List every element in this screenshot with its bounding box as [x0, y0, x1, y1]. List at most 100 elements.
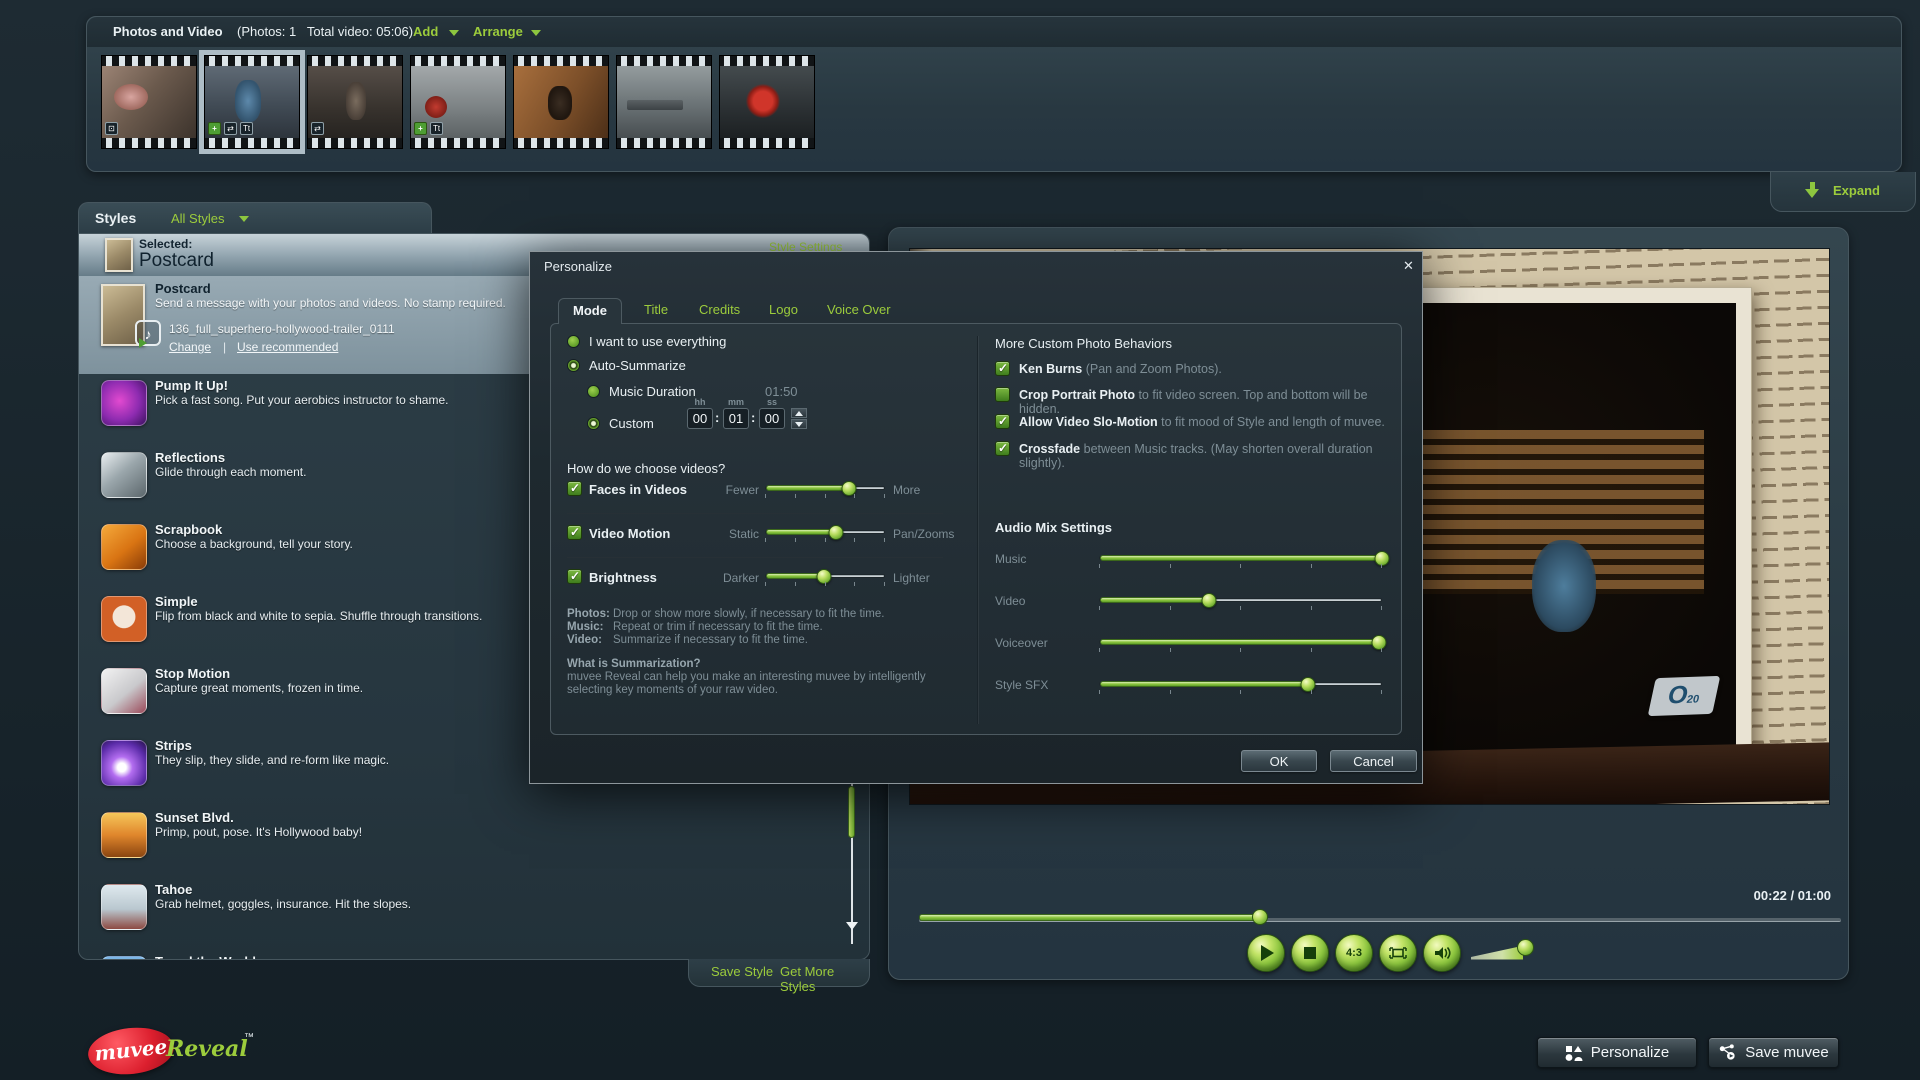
play-button[interactable]	[1247, 934, 1285, 972]
mode-tab-content: I want to use everything Auto-Summarize …	[550, 323, 1402, 735]
slider-ticks	[1099, 690, 1382, 694]
styles-scrollbar-thumb[interactable]	[848, 786, 855, 838]
video-mix-slider[interactable]	[1099, 596, 1382, 610]
slo-motion-label: Allow Video Slo-Motion	[1019, 415, 1158, 429]
brightness-slider[interactable]	[765, 572, 885, 586]
brightness-checkbox[interactable]	[567, 569, 582, 584]
change-music-link[interactable]: Change	[169, 340, 211, 354]
style-item-tahoe[interactable]: Tahoe Grab helmet, goggles, insurance. H…	[79, 878, 869, 950]
video-mix-label: Video	[995, 594, 1025, 608]
minutes-field[interactable]: 01	[723, 408, 749, 429]
media-badge: Tt	[430, 122, 443, 135]
hours-field[interactable]: 00	[687, 408, 713, 429]
figure-silhouette	[1532, 540, 1596, 632]
seek-handle[interactable]	[1252, 909, 1268, 925]
auto-summarize-radio[interactable]	[567, 359, 580, 372]
style-item-sunset-blvd[interactable]: Sunset Blvd. Primp, pout, pose. It's Hol…	[79, 806, 869, 878]
fullscreen-icon	[1388, 943, 1408, 963]
video-motion-checkbox[interactable]	[567, 525, 582, 540]
film-sprockets	[411, 138, 505, 148]
style-title: Scrapbook	[155, 522, 222, 537]
style-title: Tahoe	[155, 882, 192, 897]
add-button[interactable]: Add	[413, 24, 438, 39]
film-sprockets	[205, 56, 299, 66]
music-mix-label: Music	[995, 552, 1026, 566]
music-play-icon[interactable]	[139, 338, 147, 348]
faces-in-videos-label: Faces in Videos	[589, 482, 687, 497]
tab-voice-over[interactable]: Voice Over	[813, 298, 905, 324]
style-title: Travel the World	[155, 954, 256, 960]
ok-button[interactable]: OK	[1241, 750, 1317, 772]
slider-ticks	[765, 582, 885, 586]
seek-bar[interactable]	[919, 916, 1841, 930]
all-styles-dropdown[interactable]: All Styles	[171, 211, 224, 226]
arrange-dropdown-arrow-icon[interactable]	[531, 30, 541, 36]
styles-filter-arrow-icon[interactable]	[239, 216, 249, 222]
volume-button[interactable]	[1423, 934, 1461, 972]
cancel-button[interactable]: Cancel	[1330, 750, 1417, 772]
arrange-button[interactable]: Arrange	[473, 24, 523, 39]
expand-button[interactable]: Expand	[1770, 172, 1916, 212]
summarization-heading: What is Summarization?	[567, 658, 701, 670]
add-dropdown-arrow-icon[interactable]	[449, 30, 459, 36]
slo-motion-checkbox[interactable]	[995, 414, 1010, 429]
media-thumbnail-4[interactable]: + Tt	[410, 55, 506, 149]
slider-max-label: More	[893, 483, 920, 497]
fullscreen-button[interactable]	[1379, 934, 1417, 972]
crop-portrait-checkbox[interactable]	[995, 387, 1010, 402]
volume-handle[interactable]	[1517, 939, 1534, 956]
media-thumbnail-6[interactable]	[616, 55, 712, 149]
slider-ticks	[1099, 564, 1382, 568]
thumbnail-detail	[425, 96, 447, 118]
tab-mode[interactable]: Mode	[558, 298, 622, 324]
use-recommended-link[interactable]: Use recommended	[237, 340, 338, 354]
stop-button[interactable]	[1291, 934, 1329, 972]
thumbnail-image: ⇄	[308, 66, 402, 138]
faces-in-videos-checkbox[interactable]	[567, 481, 582, 496]
photos-video-header: Photos and Video (Photos: 1 Total video:…	[87, 17, 1901, 47]
close-icon[interactable]: ✕	[1403, 258, 1414, 274]
crossfade-checkbox[interactable]	[995, 441, 1010, 456]
volume-slider[interactable]	[1471, 944, 1523, 962]
scroll-down-arrow-icon[interactable]	[846, 922, 858, 930]
get-more-styles-link[interactable]: Get More Styles	[780, 964, 869, 994]
film-sprockets	[308, 56, 402, 66]
slider-ticks	[765, 494, 885, 498]
save-style-link[interactable]: Save Style	[711, 964, 773, 979]
slider-fill	[1100, 597, 1210, 603]
styles-tab: Styles All Styles	[78, 202, 432, 234]
thumbnail-image	[514, 66, 608, 138]
time-spin-down-button[interactable]	[791, 419, 807, 429]
slider-ticks	[765, 538, 885, 542]
personalize-button[interactable]: Personalize	[1537, 1037, 1697, 1068]
custom-duration-radio[interactable]	[587, 417, 600, 430]
style-sfx-mix-slider[interactable]	[1099, 680, 1382, 694]
use-everything-radio[interactable]	[567, 335, 580, 348]
style-title: Stop Motion	[155, 666, 230, 681]
film-sprockets	[720, 138, 814, 148]
music-mix-slider[interactable]	[1099, 554, 1382, 568]
tab-title[interactable]: Title	[630, 298, 682, 324]
time-spin-up-button[interactable]	[791, 408, 807, 418]
spin-down-icon	[795, 422, 803, 427]
media-thumbnail-2-selected[interactable]: + ⇄ Tt	[204, 55, 300, 149]
faces-slider[interactable]	[765, 484, 885, 498]
save-muvee-button[interactable]: Save muvee	[1708, 1037, 1839, 1068]
thumbnail-detail	[548, 86, 572, 120]
slider-fill	[766, 485, 850, 491]
music-duration-radio[interactable]	[587, 385, 600, 398]
seconds-field[interactable]: 00	[759, 408, 785, 429]
logo-muvee-text: muvee	[87, 1034, 175, 1067]
media-thumbnail-3[interactable]: ⇄	[307, 55, 403, 149]
video-motion-slider[interactable]	[765, 528, 885, 542]
media-thumbnail-5[interactable]	[513, 55, 609, 149]
aspect-ratio-button[interactable]: 4:3	[1335, 934, 1373, 972]
voiceover-mix-slider[interactable]	[1099, 638, 1382, 652]
media-thumbnail-1[interactable]: ⊡	[101, 55, 197, 149]
ken-burns-label: Ken Burns	[1019, 362, 1082, 376]
media-thumbnail-7[interactable]	[719, 55, 815, 149]
tab-credits[interactable]: Credits	[685, 298, 754, 324]
tab-logo[interactable]: Logo	[755, 298, 812, 324]
ken-burns-checkbox[interactable]	[995, 361, 1010, 376]
film-sprockets	[617, 56, 711, 66]
